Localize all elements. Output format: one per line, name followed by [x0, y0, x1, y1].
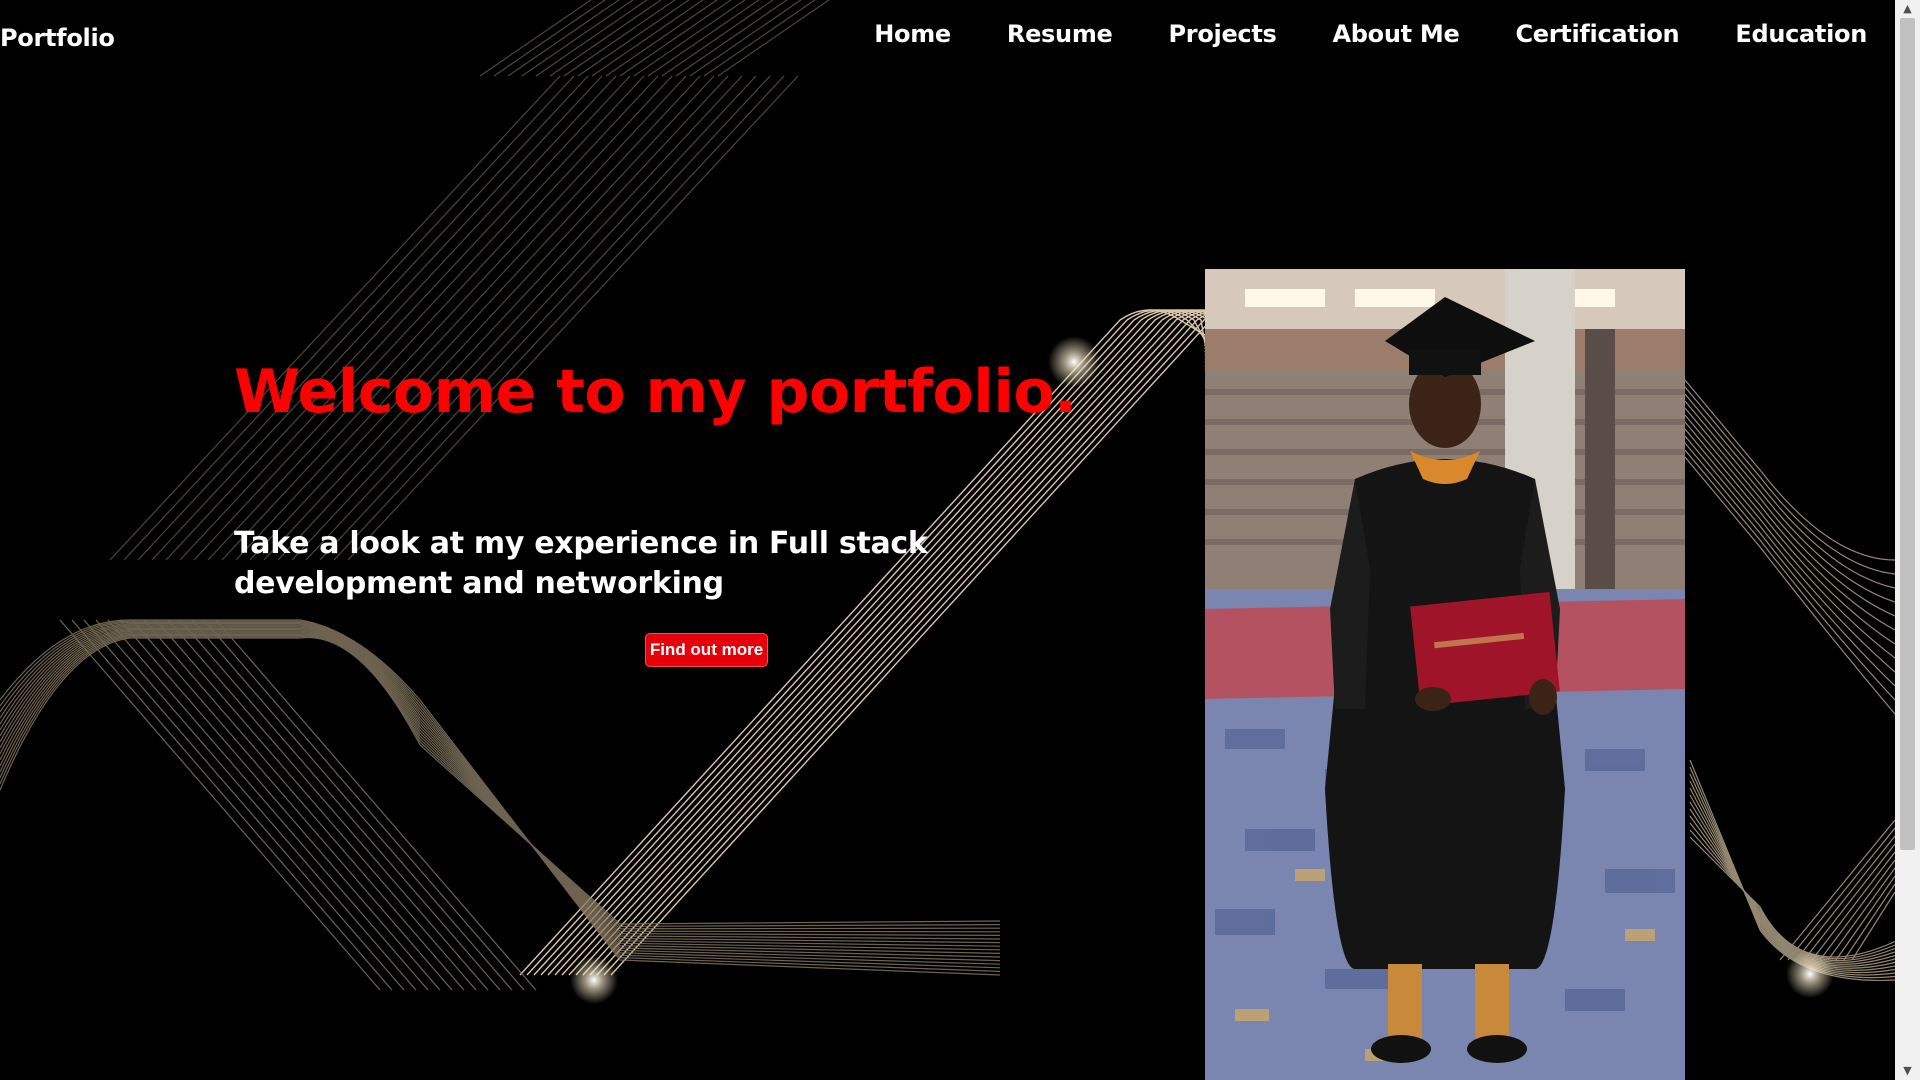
nav-projects[interactable]: Projects	[1169, 20, 1277, 48]
nav-home[interactable]: Home	[874, 20, 951, 48]
nav-resume[interactable]: Resume	[1007, 20, 1113, 48]
hero-title: Welcome to my portfolio.	[234, 357, 1077, 427]
arrow-down-icon[interactable]: ▼	[1895, 1062, 1920, 1080]
nav-certification[interactable]: Certification	[1515, 20, 1679, 48]
arrow-up-icon[interactable]: ▲	[1895, 0, 1920, 18]
navbar: Portfolio Home Resume Projects About Me …	[0, 0, 1895, 76]
nav-links: Home Resume Projects About Me Certificat…	[874, 20, 1867, 48]
nav-education[interactable]: Education	[1735, 20, 1867, 48]
hero-subtitle: Take a look at my experience in Full sta…	[234, 526, 928, 601]
brand-logo[interactable]: Portfolio	[0, 24, 115, 52]
nav-about-me[interactable]: About Me	[1333, 20, 1460, 48]
profile-photo	[1205, 269, 1685, 1080]
page: Portfolio Home Resume Projects About Me …	[0, 0, 1920, 1080]
scrollbar-thumb[interactable]	[1900, 18, 1915, 850]
vertical-scrollbar[interactable]: ▲ ▼	[1895, 0, 1920, 1080]
find-out-more-button[interactable]: Find out more	[645, 633, 768, 667]
